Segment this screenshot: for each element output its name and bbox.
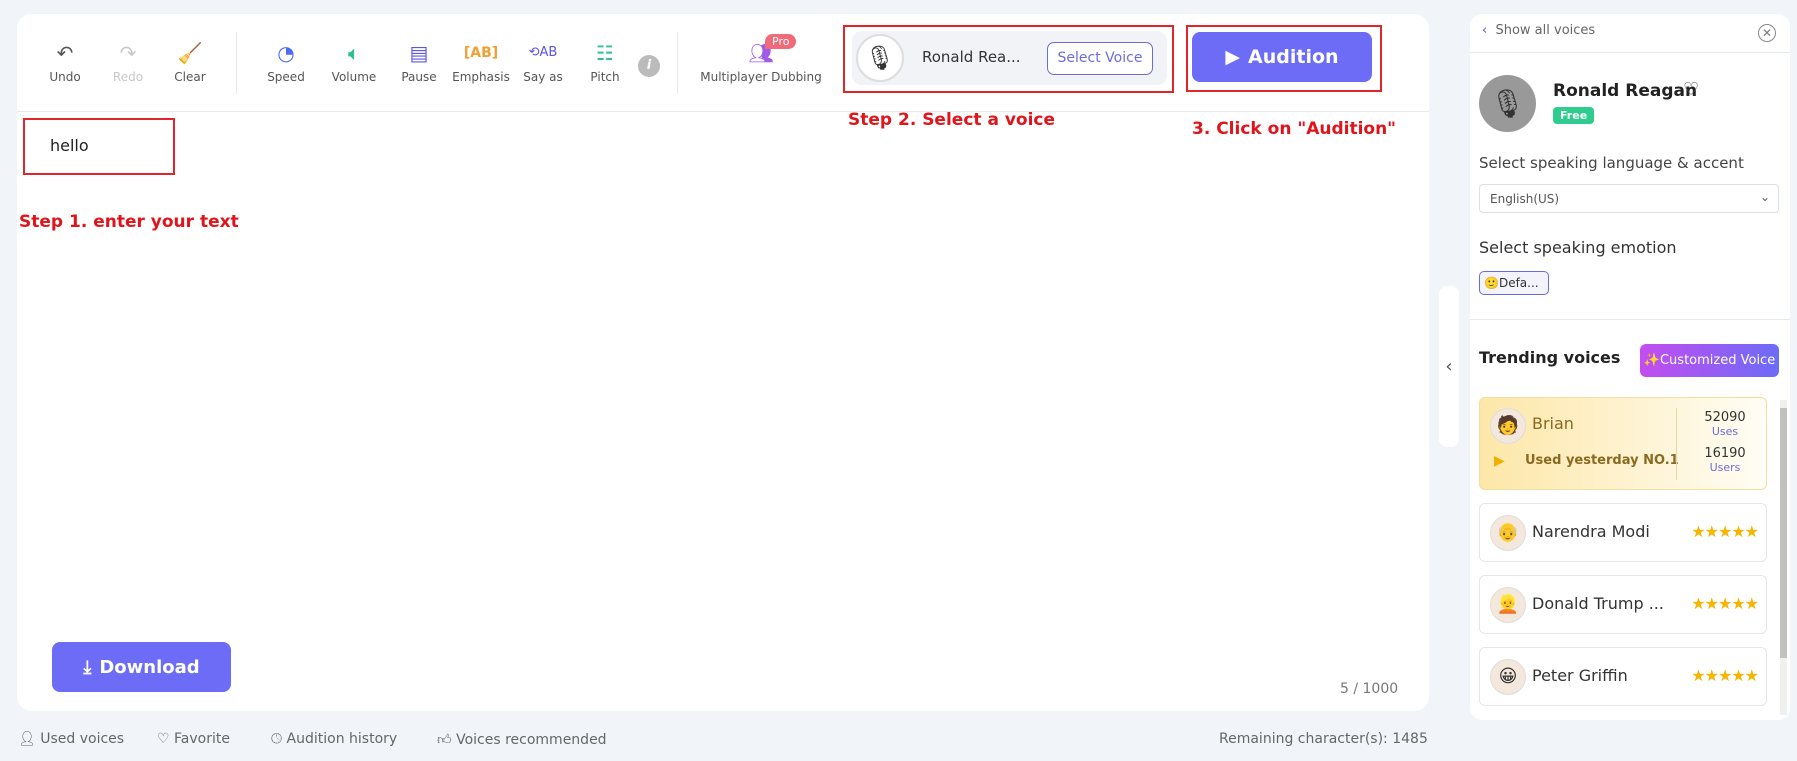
voice-list-item[interactable]: 👱 Donald Trump ... ★★★★★ <box>1479 575 1767 634</box>
voice-selector[interactable]: 🎙 Ronald Rea... Select Voice <box>852 31 1167 85</box>
emphasis-button[interactable]: [AB] Emphasis <box>448 40 514 84</box>
pause-icon: ▤ <box>409 41 429 65</box>
redo-icon: ↷ <box>119 41 137 65</box>
multiplayer-icon: 👥︎ <box>748 41 774 65</box>
download-button[interactable]: ⤓ Download <box>52 642 231 692</box>
thumbs-up-icon: 👍︎ <box>437 732 452 748</box>
undo-button[interactable]: ↶ Undo <box>32 40 98 84</box>
audition-history-link[interactable]: 🕓︎ Audition history <box>271 731 397 747</box>
remaining-characters: Remaining character(s): 1485 <box>1219 731 1428 747</box>
users-count: 16190 <box>1704 446 1746 461</box>
voice-name: Brian <box>1532 414 1574 433</box>
uses-count: 52090 <box>1704 410 1746 425</box>
play-icon: ▶ <box>1225 46 1241 68</box>
volume-icon: 🔈︎ <box>348 41 360 65</box>
peter-griffin-avatar: 😀 <box>1490 659 1526 695</box>
voice-name: Donald Trump ... <box>1532 594 1664 613</box>
say-as-icon: ⟲AB <box>528 45 558 60</box>
volume-button[interactable]: 🔈︎ Volume <box>321 40 387 84</box>
brian-avatar: 🧑 <box>1490 408 1526 444</box>
uses-label: Uses <box>1711 425 1739 438</box>
show-all-voices-link[interactable]: ‹ Show all voices <box>1482 23 1595 38</box>
text-editor-content[interactable]: hello <box>50 136 89 155</box>
pro-badge: Pro <box>765 34 797 49</box>
magic-wand-icon: ✨ <box>1643 353 1660 368</box>
crown-play-icon: ▶ <box>1494 453 1505 469</box>
select-voice-button[interactable]: Select Voice <box>1047 42 1153 75</box>
selected-voice-name: Ronald Rea... <box>922 48 1021 66</box>
pause-button[interactable]: ▤ Pause <box>386 40 452 84</box>
step1-annotation: Step 1. enter your text <box>19 212 239 232</box>
trending-voices-title: Trending voices <box>1479 348 1621 367</box>
user-voice-icon: 👤︎ <box>18 731 36 747</box>
rating-stars: ★★★★★ <box>1691 666 1759 685</box>
used-voices-link[interactable]: 👤︎ Used voices <box>18 731 124 747</box>
redo-button[interactable]: ↷ Redo <box>95 40 161 84</box>
say-as-button[interactable]: ⟲AB Say as <box>510 40 576 84</box>
voices-recommended-link[interactable]: 👍︎ Voices recommended <box>437 731 607 748</box>
voice-avatar-microphone-icon[interactable]: 🎙 <box>1479 75 1536 132</box>
panel-divider <box>1470 52 1790 53</box>
smile-emoji-icon: 🙂 <box>1484 276 1499 290</box>
customized-voice-button[interactable]: ✨Customized Voice <box>1640 344 1779 377</box>
voice-list-scrollbar[interactable] <box>1780 400 1787 715</box>
brush-icon: 🧹 <box>177 41 203 65</box>
pitch-icon: ☷ <box>596 41 614 65</box>
toolbar-separator <box>236 32 237 94</box>
chevron-down-icon: ⌄ <box>1759 190 1770 204</box>
toolbar-separator <box>677 32 678 94</box>
clear-button[interactable]: 🧹 Clear <box>157 40 223 84</box>
users-label: Users <box>1709 461 1741 474</box>
scrollbar-thumb[interactable] <box>1780 408 1787 658</box>
chevron-left-icon: ‹ <box>1482 23 1488 38</box>
narendra-modi-avatar: 👴 <box>1490 515 1526 551</box>
voice-name: Ronald Reagan <box>1553 81 1698 101</box>
rating-stars: ★★★★★ <box>1691 522 1759 541</box>
panel-divider <box>1470 319 1790 320</box>
voice-list-item[interactable]: 😀 Peter Griffin ★★★★★ <box>1479 647 1767 706</box>
audition-button[interactable]: ▶ Audition <box>1192 32 1372 82</box>
download-icon: ⤓ <box>83 656 92 678</box>
voice-name: Peter Griffin <box>1532 666 1628 685</box>
favorite-heart-icon[interactable]: ♡ <box>1683 79 1699 100</box>
speed-button[interactable]: ◔ Speed <box>253 40 319 84</box>
donald-trump-avatar: 👱 <box>1490 587 1526 623</box>
rating-stars: ★★★★★ <box>1691 594 1759 613</box>
stat-divider <box>1676 408 1677 480</box>
heart-icon: ♡ <box>157 731 170 747</box>
free-badge: Free <box>1553 107 1595 124</box>
toolbar-divider <box>17 111 1429 112</box>
step3-annotation: 3. Click on "Audition" <box>1192 119 1397 139</box>
emotion-default-chip[interactable]: 🙂Defa... <box>1479 271 1549 295</box>
voice-avatar-microphone-icon: 🎙 <box>856 34 904 82</box>
rank-label: Used yesterday NO.1 <box>1525 453 1679 468</box>
undo-icon: ↶ <box>56 41 74 65</box>
voice-name: Narendra Modi <box>1532 522 1650 541</box>
multiplayer-dubbing-button[interactable]: 👥︎ Multiplayer Dubbing <box>696 40 826 84</box>
pitch-button[interactable]: ☷ Pitch <box>572 40 638 84</box>
collapse-panel-chevron-left-icon[interactable]: ‹ <box>1439 286 1459 447</box>
info-icon[interactable]: i <box>638 55 660 77</box>
favorite-link[interactable]: ♡ Favorite <box>157 731 230 747</box>
language-label: Select speaking language & accent <box>1479 154 1744 172</box>
voice-list-item[interactable]: 👴 Narendra Modi ★★★★★ <box>1479 503 1767 562</box>
clock-icon: 🕓︎ <box>271 731 283 747</box>
character-count: 5 / 1000 <box>1340 681 1399 697</box>
emotion-label: Select speaking emotion <box>1479 238 1677 257</box>
step1-highlight <box>23 118 175 175</box>
close-icon[interactable]: ✕ <box>1758 24 1776 42</box>
emphasis-icon: [AB] <box>463 45 499 61</box>
language-select[interactable]: English(US) ⌄ <box>1479 184 1779 213</box>
speed-icon: ◔ <box>277 41 295 65</box>
step2-annotation: Step 2. Select a voice <box>848 110 1056 130</box>
top-voice-card[interactable]: 🧑 Brian ▶ Used yesterday NO.1 52090 Uses… <box>1479 397 1767 490</box>
